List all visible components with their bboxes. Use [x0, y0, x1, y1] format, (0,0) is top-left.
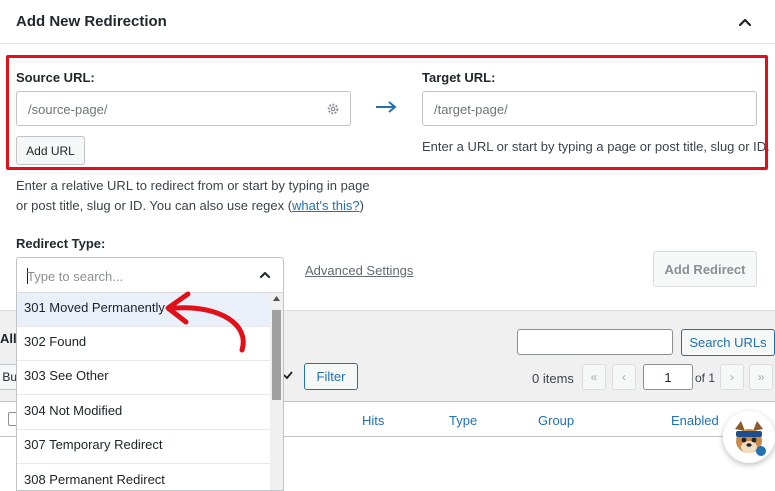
all-filter-link[interactable]: All [0, 331, 17, 346]
dog-mascot-icon [725, 413, 773, 461]
next-page-button[interactable]: › [720, 364, 744, 390]
scroll-up-icon[interactable] [273, 296, 280, 301]
option-302[interactable]: 302 Found [17, 327, 270, 361]
chevron-up-icon[interactable] [737, 14, 753, 30]
source-url-help: Enter a relative URL to redirect from or… [16, 176, 370, 216]
prev-page-button[interactable]: ‹ [612, 364, 636, 390]
option-301[interactable]: 301 Moved Permanently [17, 293, 270, 327]
last-page-button[interactable]: » [749, 364, 773, 390]
current-page-input[interactable]: 1 [643, 364, 693, 390]
column-type[interactable]: Type [449, 413, 477, 428]
scroll-thumb[interactable] [272, 310, 281, 400]
filter-button[interactable]: Filter [304, 363, 358, 390]
column-hits[interactable]: Hits [362, 413, 384, 428]
add-redirect-button[interactable]: Add Redirect [653, 251, 757, 287]
redirect-type-dropdown: 301 Moved Permanently 302 Found 303 See … [16, 292, 284, 491]
redirect-type-label: Redirect Type: [16, 236, 106, 251]
panel-header[interactable]: Add New Redirection [0, 0, 775, 44]
advanced-settings-link[interactable]: Advanced Settings [305, 263, 413, 278]
first-page-button[interactable]: « [582, 364, 606, 390]
search-urls-input[interactable] [517, 329, 673, 355]
source-help-line1: Enter a relative URL to redirect from or… [16, 178, 370, 193]
search-urls-button[interactable]: Search URLs [681, 329, 775, 356]
option-304[interactable]: 304 Not Modified [17, 396, 270, 430]
option-307[interactable]: 307 Temporary Redirect [17, 430, 270, 464]
redirect-type-select[interactable]: Type to search... [16, 257, 284, 293]
dropdown-scrollbar[interactable] [270, 293, 283, 490]
regex-help-link[interactable]: what's this? [292, 198, 360, 213]
highlight-box [6, 55, 768, 170]
column-group[interactable]: Group [538, 413, 574, 428]
total-pages: of 1 [695, 371, 716, 385]
mascot-avatar[interactable] [723, 411, 775, 463]
chevron-up-icon[interactable] [259, 269, 271, 281]
column-enabled[interactable]: Enabled [671, 413, 719, 428]
option-303[interactable]: 303 See Other [17, 361, 270, 395]
add-redirection-panel: Add New Redirection Source URL: /source-… [0, 0, 775, 311]
panel-title: Add New Redirection [16, 13, 167, 30]
items-count: 0 items [532, 371, 574, 386]
redirect-type-search[interactable]: Type to search... [27, 269, 123, 284]
source-help-line2: or post title, slug or ID. You can also … [16, 198, 364, 213]
option-308[interactable]: 308 Permanent Redirect [17, 465, 270, 490]
